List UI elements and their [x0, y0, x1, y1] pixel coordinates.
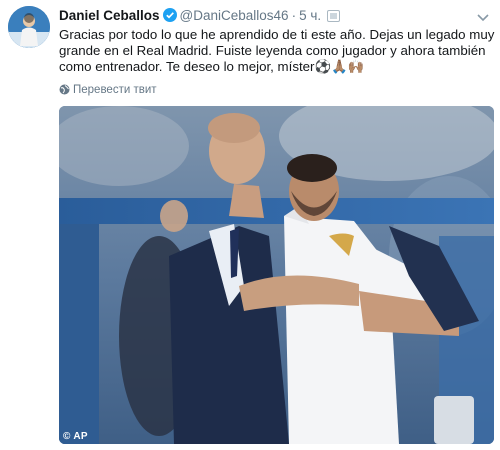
- verified-icon: [162, 8, 177, 25]
- avatar[interactable]: [8, 6, 50, 48]
- tweet-emojis: ⚽🙏🏽🙌🏽: [314, 59, 365, 74]
- tweet-body: Gracias por todo lo que he aprendido de …: [59, 27, 495, 74]
- photo-image: [59, 106, 494, 444]
- tweet-photo[interactable]: © AP: [59, 106, 494, 444]
- photo-credit: © AP: [63, 431, 88, 442]
- separator: ·: [291, 8, 297, 23]
- translate-label: Перевести твит: [73, 84, 157, 96]
- tweet: Daniel Ceballos @DaniCeballos46 · 5 ч. Grac…: [0, 0, 500, 450]
- follow-icon[interactable]: [327, 10, 341, 25]
- timestamp[interactable]: 5 ч.: [299, 8, 321, 23]
- tweet-header: Daniel Ceballos @DaniCeballos46 · 5 ч.: [59, 8, 341, 26]
- author-name[interactable]: Daniel Ceballos: [59, 8, 160, 23]
- avatar-image: [8, 6, 50, 48]
- chevron-down-icon[interactable]: [476, 10, 490, 22]
- tweet-text: Gracias por todo lo que he aprendido de …: [59, 27, 497, 75]
- translate-link[interactable]: Перевести твит: [59, 84, 157, 98]
- author-handle[interactable]: @DaniCeballos46: [180, 8, 289, 23]
- globe-icon: [59, 84, 70, 98]
